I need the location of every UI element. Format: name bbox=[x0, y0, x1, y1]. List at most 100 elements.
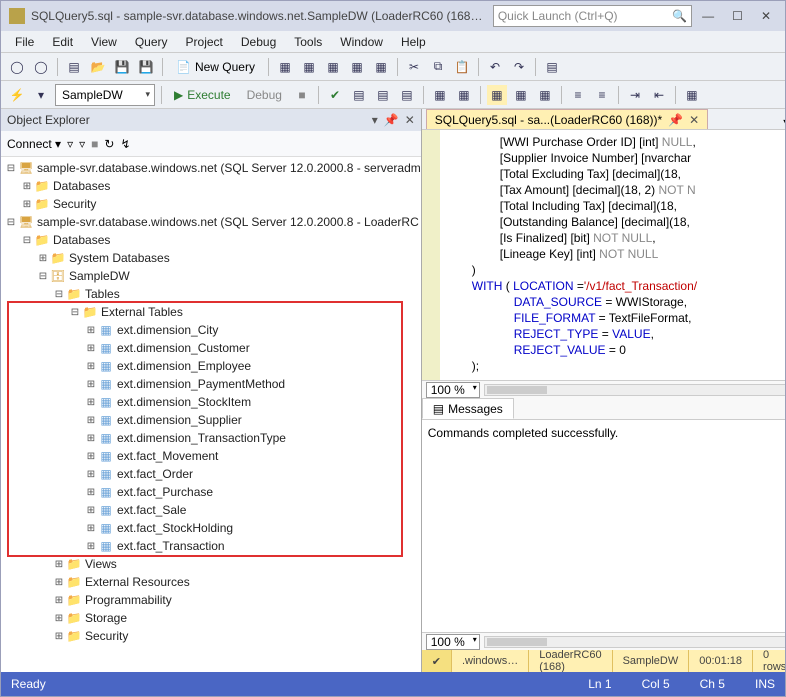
open-icon[interactable]: 📂 bbox=[88, 57, 108, 77]
expand-icon[interactable]: ⊞ bbox=[85, 361, 97, 372]
folder-node[interactable]: ⊞📁External Resources bbox=[1, 573, 421, 591]
tab-overflow-icon[interactable]: ▾ bbox=[779, 115, 785, 129]
expand-icon[interactable]: ⊞ bbox=[85, 343, 97, 354]
zoom-combo-2[interactable]: 100 % bbox=[426, 634, 480, 650]
table-node[interactable]: ⊞▦ext.dimension_Customer bbox=[1, 339, 421, 357]
table-node[interactable]: ⊞▦ext.dimension_Supplier bbox=[1, 411, 421, 429]
table-node[interactable]: ⊞▦ext.dimension_City bbox=[1, 321, 421, 339]
expand-icon[interactable]: ⊞ bbox=[53, 595, 65, 606]
expand-icon[interactable]: ⊞ bbox=[85, 505, 97, 516]
filter-icon[interactable]: ▿ bbox=[67, 137, 73, 151]
table-node[interactable]: ⊞▦ext.fact_Transaction bbox=[1, 537, 421, 555]
expand-icon[interactable]: ⊟ bbox=[5, 163, 17, 174]
folder-node[interactable]: ⊞📁Storage bbox=[1, 609, 421, 627]
expand-icon[interactable]: ⊟ bbox=[21, 235, 33, 246]
close-panel-icon[interactable]: ✕ bbox=[405, 113, 415, 127]
messages-tab[interactable]: ▤ Messages bbox=[422, 398, 514, 419]
close-button[interactable]: ✕ bbox=[761, 9, 771, 23]
quick-launch-input[interactable]: Quick Launch (Ctrl+Q) 🔍 bbox=[493, 5, 692, 27]
available-db-icon[interactable]: ▾ bbox=[31, 85, 51, 105]
surround-icon[interactable]: ▦ bbox=[454, 85, 474, 105]
table-node[interactable]: ⊞▦ext.fact_Order bbox=[1, 465, 421, 483]
table-node[interactable]: ⊞▦ext.dimension_Employee bbox=[1, 357, 421, 375]
include-plan-icon[interactable]: ▤ bbox=[373, 85, 393, 105]
execute-button[interactable]: ▶ Execute bbox=[168, 88, 237, 102]
expand-icon[interactable]: ⊟ bbox=[53, 289, 65, 300]
zoom-combo[interactable]: 100 % bbox=[426, 382, 480, 398]
table-node[interactable]: ⊞▦ext.fact_Movement bbox=[1, 447, 421, 465]
xmla-icon[interactable]: ▦ bbox=[347, 57, 367, 77]
activity-monitor-icon[interactable]: ▤ bbox=[542, 57, 562, 77]
code-editor[interactable]: [WWI Purchase Order ID] [int] NULL,[Supp… bbox=[422, 130, 785, 380]
expand-icon[interactable]: ⊞ bbox=[85, 469, 97, 480]
folder-node[interactable]: ⊞📁Databases bbox=[1, 177, 421, 195]
nav-fwd-icon[interactable]: ◯ bbox=[31, 57, 51, 77]
table-node[interactable]: ⊞▦ext.fact_Purchase bbox=[1, 483, 421, 501]
dmx-icon[interactable]: ▦ bbox=[323, 57, 343, 77]
table-node[interactable]: ⊞▦ext.dimension_TransactionType bbox=[1, 429, 421, 447]
menu-help[interactable]: Help bbox=[393, 33, 434, 51]
server-node[interactable]: ⊟🖥sample-svr.database.windows.net (SQL S… bbox=[1, 213, 421, 231]
save-all-icon[interactable]: 💾 bbox=[136, 57, 156, 77]
folder-node[interactable]: ⊟📁Databases bbox=[1, 231, 421, 249]
sync-icon[interactable]: ↯ bbox=[120, 137, 130, 151]
mdx-icon[interactable]: ▦ bbox=[299, 57, 319, 77]
menu-window[interactable]: Window bbox=[332, 33, 391, 51]
paste-icon[interactable]: 📋 bbox=[452, 57, 472, 77]
expand-icon[interactable]: ⊞ bbox=[53, 577, 65, 588]
copy-icon[interactable]: ⧉ bbox=[428, 57, 448, 77]
expand-icon[interactable]: ⊟ bbox=[5, 217, 17, 228]
connect-button[interactable]: Connect ▾ bbox=[7, 137, 61, 151]
results-file-icon[interactable]: ▦ bbox=[535, 85, 555, 105]
table-node[interactable]: ⊞▦ext.fact_StockHolding bbox=[1, 519, 421, 537]
statistics-icon[interactable]: ▤ bbox=[397, 85, 417, 105]
expand-icon[interactable]: ⊞ bbox=[37, 253, 49, 264]
table-node[interactable]: ⊞▦ext.dimension_PaymentMethod bbox=[1, 375, 421, 393]
expand-icon[interactable]: ⊟ bbox=[69, 307, 81, 318]
tab-close-icon[interactable]: ✕ bbox=[689, 113, 699, 127]
folder-node[interactable]: ⊞📁Views bbox=[1, 555, 421, 573]
folder-node[interactable]: ⊞📁Programmability bbox=[1, 591, 421, 609]
maximize-button[interactable]: ☐ bbox=[732, 9, 743, 23]
save-icon[interactable]: 💾 bbox=[112, 57, 132, 77]
redo-icon[interactable]: ↷ bbox=[509, 57, 529, 77]
horizontal-scrollbar[interactable] bbox=[484, 384, 785, 396]
expand-icon[interactable]: ⊞ bbox=[85, 433, 97, 444]
uncomment-icon[interactable]: ≡ bbox=[592, 85, 612, 105]
editor-tab[interactable]: SQLQuery5.sql - sa...(LoaderRC60 (168))*… bbox=[426, 109, 708, 129]
expand-icon[interactable]: ⊞ bbox=[21, 199, 33, 210]
sqlcmd-icon[interactable]: ▦ bbox=[682, 85, 702, 105]
new-project-icon[interactable]: ▤ bbox=[64, 57, 84, 77]
debug-button[interactable]: Debug bbox=[241, 88, 288, 102]
refresh-icon[interactable]: ↻ bbox=[104, 137, 114, 151]
dropdown-icon[interactable]: ▾ bbox=[372, 113, 378, 127]
folder-node[interactable]: ⊟📁External Tables bbox=[1, 303, 421, 321]
expand-icon[interactable]: ⊞ bbox=[85, 325, 97, 336]
parse-icon[interactable]: ✔ bbox=[325, 85, 345, 105]
expand-icon[interactable]: ⊞ bbox=[53, 631, 65, 642]
expand-icon[interactable]: ⊞ bbox=[21, 181, 33, 192]
database-combo[interactable]: SampleDW bbox=[55, 84, 155, 106]
nav-back-icon[interactable]: ◯ bbox=[7, 57, 27, 77]
disconnect-icon[interactable]: ▿ bbox=[79, 137, 85, 151]
change-connection-icon[interactable]: ⚡ bbox=[7, 85, 27, 105]
results-text-icon[interactable]: ▦ bbox=[511, 85, 531, 105]
table-node[interactable]: ⊞▦ext.dimension_StockItem bbox=[1, 393, 421, 411]
expand-icon[interactable]: ⊞ bbox=[53, 613, 65, 624]
expand-icon[interactable]: ⊞ bbox=[85, 523, 97, 534]
expand-icon[interactable]: ⊞ bbox=[85, 415, 97, 426]
intellisense-icon[interactable]: ▦ bbox=[430, 85, 450, 105]
expand-icon[interactable]: ⊞ bbox=[85, 451, 97, 462]
menu-file[interactable]: File bbox=[7, 33, 42, 51]
cut-icon[interactable]: ✂ bbox=[404, 57, 424, 77]
horizontal-scrollbar-2[interactable] bbox=[484, 636, 785, 648]
menu-tools[interactable]: Tools bbox=[286, 33, 330, 51]
expand-icon[interactable]: ⊞ bbox=[85, 541, 97, 552]
folder-node[interactable]: ⊞📁System Databases bbox=[1, 249, 421, 267]
comment-icon[interactable]: ≡ bbox=[568, 85, 588, 105]
database-node[interactable]: ⊟🗄SampleDW bbox=[1, 267, 421, 285]
dax-icon[interactable]: ▦ bbox=[371, 57, 391, 77]
new-query-button[interactable]: 📄 New Query bbox=[169, 56, 262, 78]
indent-icon[interactable]: ⇥ bbox=[625, 85, 645, 105]
undo-icon[interactable]: ↶ bbox=[485, 57, 505, 77]
